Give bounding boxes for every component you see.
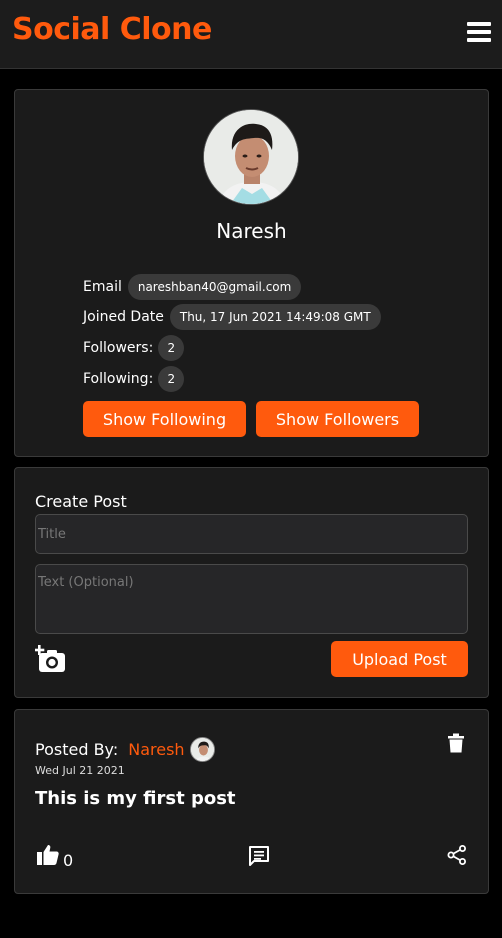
posted-by-label: Posted By: [35, 740, 119, 759]
show-followers-button[interactable]: Show Followers [256, 401, 419, 437]
email-value: nareshban40@gmail.com [127, 274, 302, 300]
email-label: Email [83, 279, 122, 295]
profile-username: Naresh [216, 219, 287, 243]
share-icon[interactable] [447, 845, 467, 865]
profile-card: Naresh Email nareshban40@gmail.com Joine… [14, 89, 489, 457]
author-avatar [189, 737, 215, 762]
post-card: Posted By: Naresh Wed Jul 21 2021 This i… [14, 709, 489, 894]
following-count: 2 [158, 366, 185, 392]
following-label: Following: [83, 371, 154, 387]
joined-label: Joined Date [83, 309, 164, 325]
email-row: Email nareshban40@gmail.com [83, 274, 302, 300]
followers-label: Followers: [83, 340, 154, 356]
comment-icon[interactable] [248, 845, 270, 867]
post-meta: Posted By: Naresh [35, 737, 215, 762]
post-title-input[interactable] [35, 514, 468, 554]
create-post-card: Create Post Upload Post [14, 467, 489, 698]
add-photo-camera-icon[interactable] [34, 645, 67, 673]
brand-logo[interactable]: Social Clone [12, 12, 212, 47]
profile-avatar [203, 109, 299, 205]
post-title: This is my first post [35, 788, 236, 809]
post-text-input[interactable] [35, 564, 468, 634]
show-following-button[interactable]: Show Following [83, 401, 246, 437]
like-count: 0 [63, 851, 74, 870]
post-author-link[interactable]: Naresh [128, 740, 184, 759]
delete-icon[interactable] [447, 733, 465, 753]
followers-row: Followers: 2 [83, 335, 185, 361]
navbar: Social Clone [0, 0, 502, 69]
followers-count: 2 [158, 335, 185, 361]
hamburger-menu-icon[interactable] [467, 22, 491, 42]
create-post-heading: Create Post [35, 492, 127, 511]
upload-post-button[interactable]: Upload Post [331, 641, 468, 677]
post-date: Wed Jul 21 2021 [35, 764, 125, 777]
joined-value: Thu, 17 Jun 2021 14:49:08 GMT [169, 304, 381, 330]
joined-row: Joined Date Thu, 17 Jun 2021 14:49:08 GM… [83, 304, 381, 330]
following-row: Following: 2 [83, 366, 185, 392]
like-icon[interactable] [37, 844, 59, 865]
